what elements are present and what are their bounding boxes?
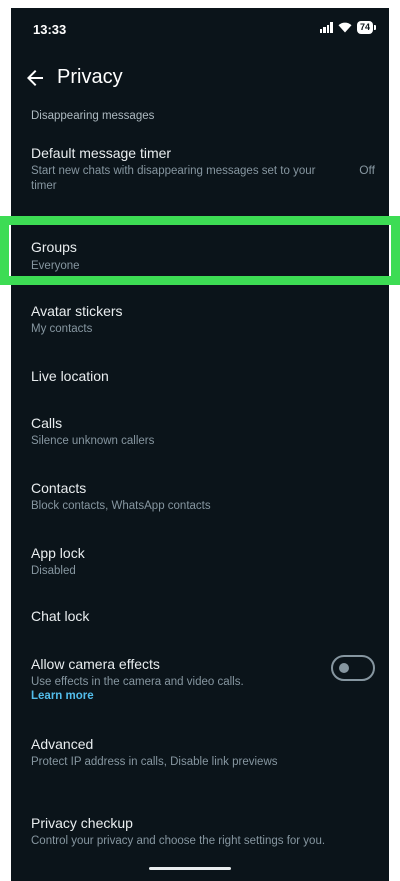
setting-calls[interactable]: Calls Silence unknown callers <box>11 412 389 464</box>
setting-title: Calls <box>31 415 63 431</box>
setting-title: Default message timer <box>31 145 172 161</box>
setting-title: App lock <box>31 545 85 561</box>
setting-title: Advanced <box>31 736 94 752</box>
status-time: 13:33 <box>33 22 67 37</box>
setting-title: Privacy checkup <box>31 815 133 831</box>
setting-value: Off <box>359 163 375 177</box>
home-indicator <box>149 867 231 870</box>
status-bar: 13:33 74 <box>11 8 389 52</box>
signal-icon <box>319 22 333 33</box>
toggle-knob <box>339 663 349 673</box>
setting-title: Groups <box>31 239 77 255</box>
setting-app-lock[interactable]: App lock Disabled <box>11 542 389 594</box>
setting-subtitle: My contacts <box>31 323 93 335</box>
phone-screen: 13:33 74 Privacy Disappearing messages D… <box>11 8 389 881</box>
page-title: Privacy <box>57 66 123 88</box>
setting-title: Contacts <box>31 480 87 496</box>
setting-subtitle: Everyone <box>31 260 80 272</box>
battery-icon: 74 <box>356 21 377 34</box>
back-arrow-icon[interactable] <box>23 66 47 90</box>
setting-privacy-checkup[interactable]: Privacy checkup Control your privacy and… <box>11 813 389 865</box>
wifi-icon <box>338 22 352 33</box>
camera-effects-toggle[interactable] <box>331 655 375 681</box>
setting-default-message-timer[interactable]: Default message timer Start new chats wi… <box>11 142 389 204</box>
setting-groups[interactable]: Groups Everyone <box>11 232 389 284</box>
setting-subtitle: Silence unknown callers <box>31 435 155 447</box>
setting-allow-camera-effects[interactable]: Allow camera effects Use effects in the … <box>11 654 389 716</box>
setting-title: Allow camera effects <box>31 656 160 672</box>
setting-avatar-stickers[interactable]: Avatar stickers My contacts <box>11 298 389 350</box>
section-header-disappearing: Disappearing messages <box>31 110 155 122</box>
app-bar: Privacy <box>11 58 389 98</box>
setting-subtitle: Disabled <box>31 565 76 577</box>
setting-advanced[interactable]: Advanced Protect IP address in calls, Di… <box>11 734 389 786</box>
setting-subtitle: Control your privacy and choose the righ… <box>31 835 326 847</box>
learn-more-link[interactable]: Learn more <box>31 690 94 702</box>
setting-live-location[interactable]: Live location <box>11 358 389 398</box>
setting-title: Avatar stickers <box>31 303 123 319</box>
setting-contacts[interactable]: Contacts Block contacts, WhatsApp contac… <box>11 478 389 530</box>
setting-title: Chat lock <box>31 608 90 624</box>
setting-subtitle: Start new chats with disappearing messag… <box>31 165 316 192</box>
setting-subtitle: Block contacts, WhatsApp contacts <box>31 500 211 512</box>
status-icons: 74 <box>319 21 377 34</box>
setting-title: Live location <box>31 368 109 384</box>
setting-subtitle: Protect IP address in calls, Disable lin… <box>31 756 278 768</box>
setting-subtitle: Use effects in the camera and video call… <box>31 676 244 688</box>
setting-chat-lock[interactable]: Chat lock <box>11 600 389 640</box>
